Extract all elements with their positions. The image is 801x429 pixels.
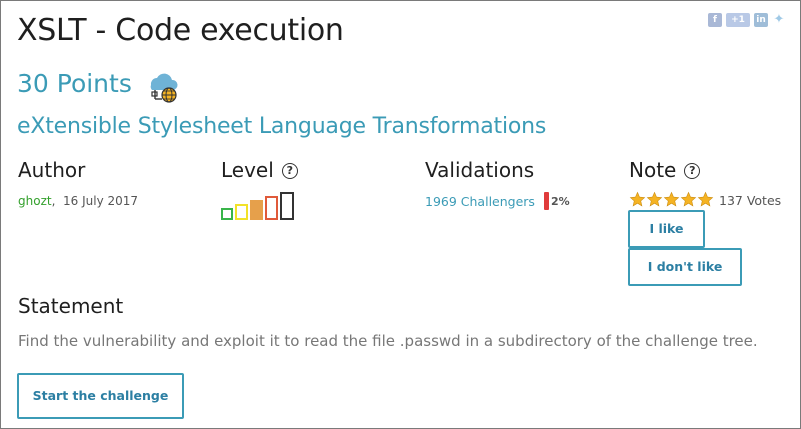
- level-bar-3: [250, 200, 263, 220]
- note-heading-row: Note?: [629, 158, 701, 182]
- level-heading: Level: [221, 158, 274, 182]
- points-label: 30 Points: [17, 69, 132, 98]
- page-title: XSLT - Code execution: [17, 13, 344, 48]
- statement-text: Find the vulnerability and exploit it to…: [18, 332, 758, 350]
- level-help-icon[interactable]: ?: [281, 163, 298, 179]
- category-link[interactable]: eXtensible Stylesheet Language Transform…: [17, 114, 546, 139]
- star-icon: [697, 191, 714, 207]
- star-icon: [646, 191, 663, 207]
- vote-count: 137 Votes: [719, 193, 782, 208]
- validations-heading: Validations: [425, 158, 535, 182]
- note-heading: Note: [629, 158, 677, 182]
- rating-stars: [629, 191, 714, 208]
- star-icon: [663, 191, 680, 207]
- validation-rate-bar: [544, 192, 549, 210]
- twitter-icon[interactable]: ✦: [772, 13, 786, 27]
- author-heading: Author: [18, 158, 86, 182]
- challengers-link[interactable]: 1969 Challengers: [425, 194, 535, 209]
- level-bar-4: [265, 196, 278, 220]
- level-bar-2: [235, 204, 248, 220]
- author-info: ghozt, 16 July 2017: [18, 194, 138, 208]
- level-bar-1: [221, 208, 233, 220]
- google-plus-icon[interactable]: +1: [726, 13, 750, 27]
- difficulty-level-bars: [221, 192, 294, 220]
- challenge-panel: XSLT - Code execution f +1 in ✦ 30 Point…: [0, 0, 801, 429]
- star-icon: [629, 191, 646, 207]
- publish-date: 16 July 2017: [63, 194, 139, 208]
- cloud-network-globe-icon: [150, 73, 178, 103]
- level-bar-5: [280, 192, 294, 220]
- statement-heading: Statement: [18, 294, 124, 318]
- facebook-icon[interactable]: f: [708, 13, 722, 27]
- linkedin-icon[interactable]: in: [754, 13, 768, 27]
- start-challenge-button[interactable]: Start the challenge: [17, 373, 184, 419]
- share-bar: f +1 in ✦: [708, 13, 786, 27]
- level-heading-row: Level?: [221, 158, 298, 182]
- validation-rate: 2%: [551, 195, 570, 208]
- star-icon: [680, 191, 697, 207]
- author-separator: ,: [51, 194, 56, 208]
- dislike-button[interactable]: I don't like: [628, 248, 742, 286]
- like-button[interactable]: I like: [628, 210, 705, 248]
- note-help-icon[interactable]: ?: [684, 163, 701, 179]
- author-link[interactable]: ghozt: [18, 194, 52, 208]
